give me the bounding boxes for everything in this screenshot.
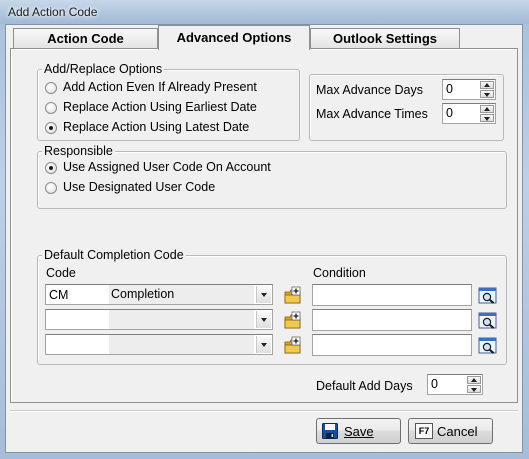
code-column-header: Code: [46, 266, 76, 280]
chevron-up-icon: [471, 378, 477, 382]
search-condition-icon[interactable]: [478, 311, 498, 331]
radio-label: Use Designated User Code: [63, 180, 216, 194]
max-advance-times-label: Max Advance Times: [316, 107, 428, 121]
radio-label: Add Action Even If Already Present: [63, 80, 257, 94]
completion-code-description: Completion: [109, 285, 254, 304]
save-button[interactable]: Save: [316, 418, 401, 444]
max-advance-days-spinner[interactable]: 0: [442, 79, 496, 100]
chevron-down-icon: [484, 93, 490, 97]
cancel-button[interactable]: F7 Cancel: [408, 418, 493, 444]
chevron-up-icon: [484, 107, 490, 111]
search-condition-icon[interactable]: [478, 286, 498, 306]
spin-down-button[interactable]: [467, 385, 481, 393]
tab-outlook-settings[interactable]: Outlook Settings: [310, 28, 460, 49]
radio-button[interactable]: [45, 102, 57, 114]
title-bar[interactable]: Add Action Code: [0, 0, 529, 24]
radio-button-checked[interactable]: [45, 162, 57, 174]
completion-code-combo-1[interactable]: CM Completion: [45, 284, 273, 305]
spin-up-button[interactable]: [480, 81, 494, 89]
footer-divider: [10, 410, 518, 412]
radio-label: Replace Action Using Latest Date: [63, 120, 250, 134]
spin-down-button[interactable]: [480, 90, 494, 98]
default-completion-legend: Default Completion Code: [42, 248, 186, 262]
completion-code-value: CM: [49, 288, 69, 302]
radio-label: Replace Action Using Earliest Date: [63, 100, 257, 114]
max-advance-days-value: 0: [446, 82, 453, 96]
completion-code-description: [109, 310, 254, 329]
browse-folder-icon[interactable]: [283, 311, 303, 331]
tab-action-code[interactable]: Action Code: [13, 28, 158, 49]
max-advance-times-spinner[interactable]: 0: [442, 103, 496, 124]
tab-advanced-options[interactable]: Advanced Options: [158, 25, 310, 50]
window-title: Add Action Code: [8, 5, 98, 19]
responsible-legend: Responsible: [42, 144, 115, 158]
radio-button[interactable]: [45, 182, 57, 194]
browse-folder-icon[interactable]: [283, 286, 303, 306]
radio-button[interactable]: [45, 82, 57, 94]
save-icon: [322, 423, 338, 442]
condition-field-1[interactable]: [312, 284, 472, 306]
chevron-down-icon[interactable]: [256, 311, 271, 328]
default-add-days-value: 0: [431, 377, 438, 391]
chevron-down-icon: [484, 117, 490, 121]
max-advance-days-label: Max Advance Days: [316, 83, 423, 97]
tab-advanced-options-label: Advanced Options: [176, 30, 292, 45]
save-button-label: Save: [344, 424, 374, 439]
completion-code-description: [109, 335, 254, 354]
chevron-down-icon: [471, 388, 477, 392]
search-condition-icon[interactable]: [478, 336, 498, 356]
tab-outlook-settings-label: Outlook Settings: [333, 31, 437, 46]
default-add-days-label: Default Add Days: [316, 379, 413, 393]
condition-field-2[interactable]: [312, 309, 472, 331]
chevron-down-icon[interactable]: [256, 286, 271, 303]
default-add-days-spinner[interactable]: 0: [427, 374, 483, 395]
spin-down-button[interactable]: [480, 114, 494, 122]
f7-key-icon: F7: [415, 423, 433, 439]
browse-folder-icon[interactable]: [283, 336, 303, 356]
max-advance-times-value: 0: [446, 106, 453, 120]
spin-up-button[interactable]: [480, 105, 494, 113]
completion-code-combo-3[interactable]: [45, 334, 273, 355]
condition-column-header: Condition: [313, 266, 366, 280]
cancel-button-label: Cancel: [437, 424, 478, 439]
chevron-up-icon: [484, 83, 490, 87]
tab-action-code-label: Action Code: [47, 31, 124, 46]
spin-up-button[interactable]: [467, 376, 481, 384]
condition-field-3[interactable]: [312, 334, 472, 356]
radio-button-checked[interactable]: [45, 122, 57, 134]
add-replace-legend: Add/Replace Options: [42, 62, 165, 76]
chevron-down-icon[interactable]: [256, 336, 271, 353]
radio-label: Use Assigned User Code On Account: [63, 160, 271, 174]
completion-code-combo-2[interactable]: [45, 309, 273, 330]
